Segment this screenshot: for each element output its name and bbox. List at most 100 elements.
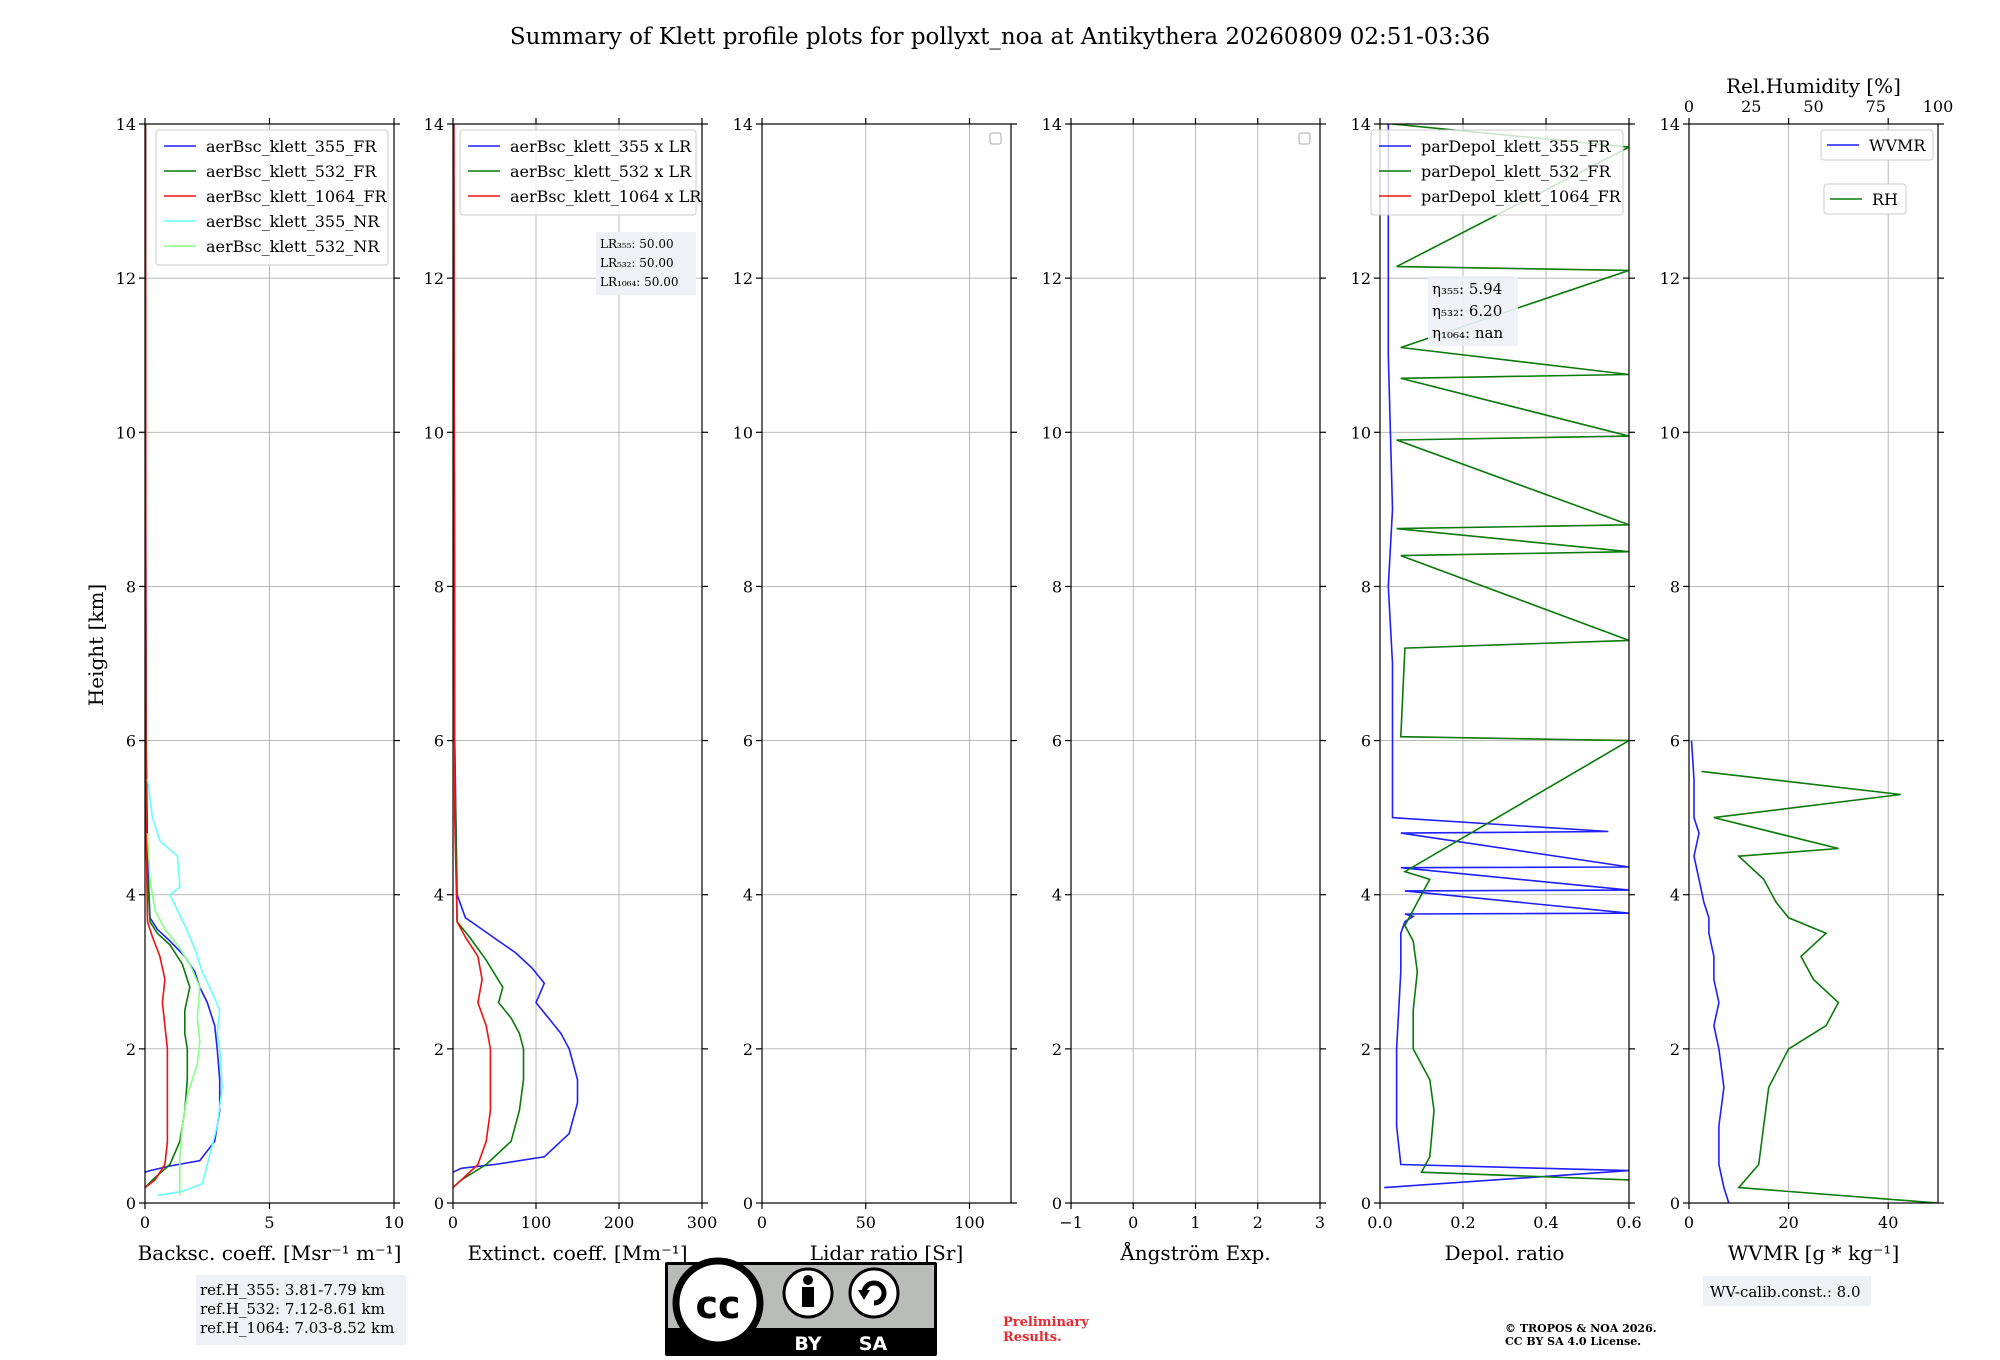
y-tick-label: 6 xyxy=(1052,732,1062,751)
top-tick-label: 50 xyxy=(1803,97,1823,116)
y-tick-label: 4 xyxy=(434,886,444,905)
license-sa: SA xyxy=(859,1333,888,1355)
x-axis-label: Extinct. coeff. [Mm⁻¹] xyxy=(467,1241,687,1265)
ref-height-1064: ref.H_1064: 7.03-8.52 km xyxy=(200,1319,394,1337)
x-tick-label: 0 xyxy=(757,1213,767,1232)
legend-label: aerBsc_klett_1064 x LR xyxy=(510,187,702,206)
y-tick-label: 14 xyxy=(1660,115,1680,134)
y-tick-label: 10 xyxy=(733,423,753,442)
y-tick-label: 2 xyxy=(434,1040,444,1059)
y-tick-label: 10 xyxy=(1660,423,1680,442)
legend-label: aerBsc_klett_532_FR xyxy=(206,162,377,181)
legend-label: aerBsc_klett_355 x LR xyxy=(510,137,692,156)
legend-label: aerBsc_klett_355_NR xyxy=(206,212,380,231)
x-tick-label: 0.4 xyxy=(1533,1213,1558,1232)
y-tick-label: 10 xyxy=(424,423,444,442)
annotation-text: LR₃₅₅: 50.00 xyxy=(600,237,674,251)
x-tick-label: 3 xyxy=(1315,1213,1325,1232)
panel-frame xyxy=(1688,123,1939,1204)
y-tick-label: 0 xyxy=(1670,1194,1680,1213)
annotation-text: WV-calib.const.: 8.0 xyxy=(1710,1283,1861,1301)
preliminary-line-2: Results. xyxy=(1003,1330,1062,1345)
series-line-aerbsc-klett-355-fr xyxy=(145,124,221,1173)
y-tick-label: 2 xyxy=(1361,1040,1371,1059)
y-tick-label: 4 xyxy=(126,886,136,905)
top-tick-label: 100 xyxy=(1923,97,1954,116)
annotation-text: LR₅₃₂: 50.00 xyxy=(600,256,674,270)
x-tick-label: 1 xyxy=(1190,1213,1200,1232)
y-tick-label: 4 xyxy=(1052,886,1062,905)
panel-backscatter: 0 2 4 6 8 10 12 14 0 5 10 Backsc. coeff. [Msr⁻¹ m⁻¹… xyxy=(116,115,405,1265)
y-axis-label: Height [km] xyxy=(84,584,108,706)
x-tick-label: 50 xyxy=(856,1213,876,1232)
series-line-aerbsc-klett-355-x-lr xyxy=(453,124,579,1173)
y-tick-label: 12 xyxy=(1660,269,1680,288)
y-tick-label: 4 xyxy=(1670,886,1680,905)
annotation-text: η₁₀₆₄: nan xyxy=(1432,324,1503,342)
x-tick-label: 40 xyxy=(1878,1213,1898,1232)
y-tick-label: 8 xyxy=(743,577,753,596)
x-tick-label: 0 xyxy=(1128,1213,1138,1232)
x-tick-label: 0.6 xyxy=(1616,1213,1641,1232)
y-tick-label: 14 xyxy=(733,115,753,134)
top-tick-label: 75 xyxy=(1866,97,1886,116)
y-tick-label: 0 xyxy=(126,1194,136,1213)
y-tick-label: 0 xyxy=(1052,1194,1062,1213)
x-tick-label: 300 xyxy=(687,1213,718,1232)
x-tick-label: 0 xyxy=(140,1213,150,1232)
series-line-aerbsc-klett-355-nr xyxy=(146,778,224,1197)
y-tick-label: 14 xyxy=(116,115,136,134)
series-line-aerbsc-klett-532-x-lr xyxy=(453,124,525,1189)
license-by: BY xyxy=(794,1333,821,1355)
top-tick-label: 0 xyxy=(1684,97,1694,116)
x-tick-label: 0.0 xyxy=(1367,1213,1392,1232)
x-tick-label: 0.2 xyxy=(1450,1213,1475,1232)
annotation-text: η₃₅₅: 5.94 xyxy=(1432,280,1502,298)
empty-legend-marker xyxy=(989,132,1002,145)
annotation-text: LR₁₀₆₄: 50.00 xyxy=(600,275,678,289)
legend-label: aerBsc_klett_532_NR xyxy=(206,237,380,256)
y-tick-label: 8 xyxy=(126,577,136,596)
legend-label: RH xyxy=(1872,190,1898,209)
y-tick-label: 12 xyxy=(116,269,136,288)
legend-label: WVMR xyxy=(1869,136,1926,155)
panel-lidar-ratio: 0 2 4 6 8 10 12 14 0 50 100 Lidar ratio [Sr] xyxy=(733,115,1017,1265)
figure: Summary of Klett profile plots for polly… xyxy=(84,24,1954,1356)
y-tick-label: 6 xyxy=(1361,732,1371,751)
y-tick-label: 12 xyxy=(424,269,444,288)
cc-by-sa-icon: cc BY SA xyxy=(665,1257,937,1356)
x-axis-label: WVMR [g * kg⁻¹] xyxy=(1728,1241,1900,1265)
legend-label: parDepol_klett_1064_FR xyxy=(1421,187,1622,206)
y-tick-label: 2 xyxy=(743,1040,753,1059)
preliminary-line-1: Preliminary xyxy=(1003,1315,1089,1330)
panel-frame xyxy=(761,123,1012,1204)
y-tick-label: 8 xyxy=(1670,577,1680,596)
ref-height-355: ref.H_355: 3.81-7.79 km xyxy=(200,1281,385,1299)
y-tick-label: 0 xyxy=(743,1194,753,1213)
x-tick-label: 5 xyxy=(264,1213,274,1232)
y-tick-label: 12 xyxy=(1042,269,1062,288)
panel-angstrom: 02468101214−1 0 1 2 3Ångström Exp. xyxy=(1042,115,1326,1265)
legend-label: parDepol_klett_355_FR xyxy=(1421,137,1612,156)
legend-label: parDepol_klett_532_FR xyxy=(1421,162,1612,181)
panel-depol: 0 2 4 6 8 10 12 14 0.0 0.2 0.4 0.6 Depol. ratio parDe… xyxy=(1351,115,1642,1265)
series-line-aerbsc-klett-1064-x-lr xyxy=(453,124,492,1189)
y-tick-label: 10 xyxy=(1042,423,1062,442)
y-tick-label: 8 xyxy=(434,577,444,596)
series-line-aerbsc-klett-532-nr xyxy=(146,833,201,1196)
y-tick-label: 6 xyxy=(434,732,444,751)
legend-label: aerBsc_klett_1064_FR xyxy=(206,187,388,206)
x-tick-label: 0 xyxy=(448,1213,458,1232)
x-tick-label: 20 xyxy=(1778,1213,1798,1232)
copyright-line-2: CC BY SA 4.0 License. xyxy=(1505,1335,1641,1348)
y-tick-label: 6 xyxy=(1670,732,1680,751)
y-tick-label: 4 xyxy=(1361,886,1371,905)
x-tick-label: 10 xyxy=(384,1213,404,1232)
y-tick-label: 12 xyxy=(1351,269,1371,288)
empty-legend-marker xyxy=(1298,132,1311,145)
series-line-wvmr xyxy=(1690,740,1730,1203)
series-line-rh xyxy=(1701,770,1938,1203)
top-tick-label: 25 xyxy=(1741,97,1761,116)
y-tick-label: 4 xyxy=(743,886,753,905)
y-tick-label: 14 xyxy=(1351,115,1371,134)
